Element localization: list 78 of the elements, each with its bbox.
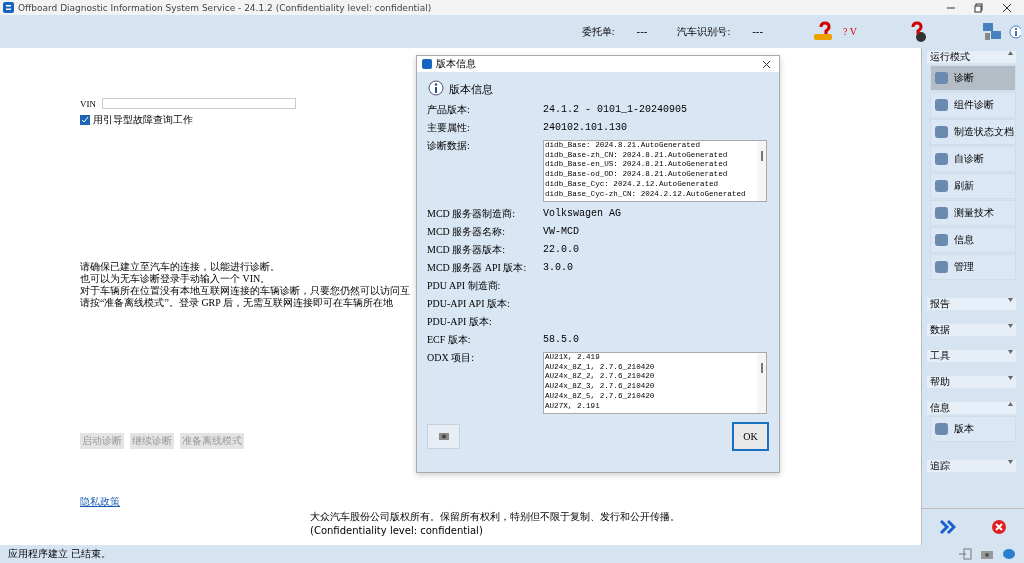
sidebar-section-header[interactable]: 数据	[927, 324, 1016, 336]
sidebar-section-header[interactable]: 信息	[927, 402, 1016, 414]
database-icon[interactable]	[1002, 548, 1016, 560]
property-label: MCD 服务器制造商:	[427, 208, 517, 220]
property-label: ODX 项目:	[427, 352, 475, 364]
privacy-policy-link[interactable]: 隐私政策	[80, 495, 120, 509]
property-value: 240102.101.130	[543, 122, 627, 134]
info-text-line: 对于车辆所在位置没有本地互联网连接的车辆诊断，只要您仍然可以访问互	[80, 285, 410, 297]
property-label: 诊断数据:	[427, 140, 471, 152]
caret-icon[interactable]	[1008, 402, 1013, 406]
scrollbar-thumb[interactable]	[760, 151, 763, 161]
dialog-title: 版本信息	[436, 57, 476, 71]
property-value: VW-MCD	[543, 226, 579, 238]
order-label: 委托单:	[581, 24, 615, 39]
sidebar-section-header[interactable]: 工具	[927, 350, 1016, 362]
copyright-text: 大众汽车股份公司版权所有。保留所有权利，特别但不限于复制、发行和公开传播。	[310, 510, 680, 524]
scrollbar-thumb[interactable]	[760, 363, 763, 373]
info-text-line: 也可以为无车诊断登录手动输入一个 VIN。	[80, 273, 271, 285]
dialog-heading: 版本信息	[449, 81, 493, 97]
vin-field-label: VIN	[80, 98, 96, 109]
sidebar-item[interactable]: 管理	[930, 254, 1016, 280]
camera-icon[interactable]	[980, 548, 994, 560]
vin-input-field[interactable]	[102, 98, 296, 109]
property-value: 22.0.0	[543, 244, 579, 256]
sidebar-item[interactable]: 组件诊断	[930, 92, 1016, 118]
list-box[interactable]	[543, 140, 767, 202]
property-label: ECF 版本:	[427, 334, 472, 346]
sidebar-item[interactable]: 诊断	[930, 65, 1016, 91]
caret-icon[interactable]	[1008, 298, 1013, 302]
property-label: MCD 服务器版本:	[427, 244, 507, 256]
info-icon[interactable]	[1007, 23, 1021, 40]
camera-icon	[437, 431, 450, 441]
forward-icon[interactable]	[939, 520, 956, 534]
guided-checkbox-label: 用引导型故障查询工作	[93, 113, 193, 127]
info-bubble-icon	[427, 80, 445, 98]
vin-label: 汽车识别号:	[677, 24, 731, 39]
property-value: 3.0.0	[543, 262, 573, 274]
property-label: 主要属性:	[427, 122, 471, 134]
property-label: 产品版本:	[427, 104, 471, 116]
sidebar-item[interactable]: 刷新	[930, 173, 1016, 199]
window-title: Offboard Diagnostic Information System Service - 24.1.2 (Confidentiality level: confidential)	[18, 2, 432, 13]
property-label: MCD 服务器 API 版本:	[427, 262, 528, 274]
sidebar-item[interactable]: 版本	[930, 416, 1016, 442]
caret-icon[interactable]	[1008, 51, 1013, 55]
sidebar-item[interactable]: 信息	[930, 227, 1016, 253]
guided-checkbox[interactable]	[80, 115, 90, 125]
property-value: 58.5.0	[543, 334, 579, 346]
property-label: PDU API 制造商:	[427, 280, 502, 292]
sidebar-item[interactable]: 制造状态文档	[930, 119, 1016, 145]
property-value: Volkswagen AG	[543, 208, 621, 220]
ok-button[interactable]: OK	[732, 422, 769, 451]
caret-icon[interactable]	[1008, 350, 1013, 354]
sidebar-item[interactable]: 自诊断	[930, 146, 1016, 172]
caret-icon[interactable]	[1008, 324, 1013, 328]
info-text-line: 请确保已建立至汽车的连接，以能进行诊断。	[80, 261, 280, 273]
property-value: 24.1.2 - 0101_1-20240905	[543, 104, 688, 116]
caret-icon[interactable]	[1008, 460, 1013, 464]
sidebar-item[interactable]: 测量技术	[930, 200, 1016, 226]
screenshot-button[interactable]	[427, 424, 460, 449]
close-icon[interactable]	[762, 59, 771, 69]
sidebar-section-header[interactable]: 报告	[927, 298, 1016, 310]
sidebar-section-header[interactable]: 追踪	[927, 460, 1016, 472]
property-label: PDU-API 版本:	[427, 316, 493, 328]
info-text-line: 请按“准备离线模式”。登录 GRP 后，无需互联网连接即可在车辆所在地	[80, 297, 393, 309]
maximize-icon[interactable]	[974, 2, 984, 13]
network-computer-icon[interactable]	[981, 20, 1003, 43]
order-value: ---	[636, 26, 648, 37]
app-logo-icon	[422, 59, 432, 69]
sidebar-section-header[interactable]: 运行模式	[927, 51, 1016, 63]
confidentiality-text: (Confidentiality level: confidential)	[310, 524, 484, 538]
status-text: 应用程序建立 已结束。	[8, 547, 112, 561]
property-label: PDU-API API 版本:	[427, 298, 511, 310]
vin-value: ---	[752, 26, 763, 37]
help-version-text[interactable]: ? V	[843, 26, 857, 37]
sidebar-section-header[interactable]: 帮助	[927, 376, 1016, 388]
caret-icon[interactable]	[1008, 376, 1013, 380]
close-icon[interactable]	[1002, 2, 1012, 13]
property-label: MCD 服务器名称:	[427, 226, 507, 238]
